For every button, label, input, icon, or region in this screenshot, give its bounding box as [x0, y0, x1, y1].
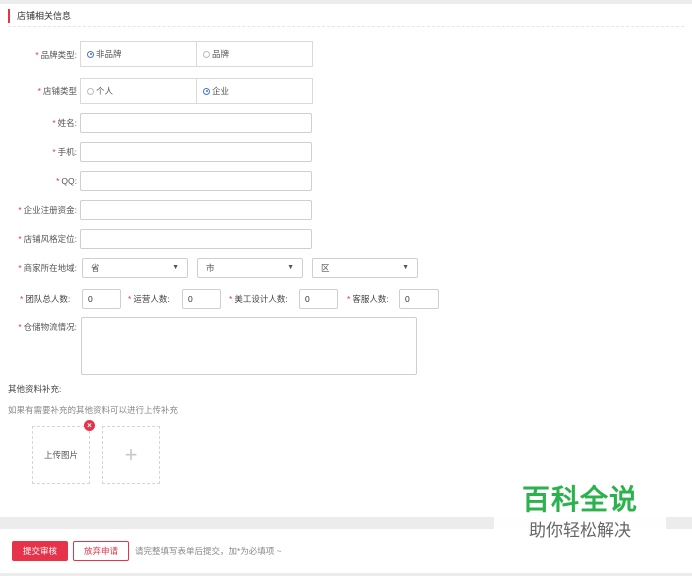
shop-type-label-text: 店铺类型: [42, 86, 77, 96]
watermark-logo: 百科全说: [521, 483, 638, 516]
district-select-value: 区: [321, 263, 330, 273]
service-count-label-text: 客服人数:: [352, 294, 389, 304]
required-marker: *: [229, 294, 233, 304]
required-marker: *: [347, 294, 351, 304]
required-marker: *: [20, 294, 24, 304]
footer-hint: 请完整填写表单后提交，加*为必填项 ~: [135, 546, 282, 556]
team-count-label-text: 团队总人数:: [25, 294, 71, 304]
add-image-button[interactable]: +: [102, 426, 160, 484]
name-input[interactable]: [80, 113, 312, 133]
radio-enterprise-label: 企业: [212, 86, 230, 96]
location-label: * 商家所在地域:: [18, 262, 77, 274]
qq-label: * QQ:: [56, 175, 77, 187]
phone-label: * 手机:: [52, 146, 77, 158]
design-count-label-text: 美工设计人数:: [234, 294, 288, 304]
submit-review-button[interactable]: 提交审核: [12, 541, 68, 561]
brand-type-label-text: 品牌类型:: [40, 50, 77, 60]
service-count-label: * 客服人数:: [347, 293, 389, 305]
ops-count-label: * 运营人数:: [128, 293, 170, 305]
capital-label: * 企业注册资金:: [18, 204, 77, 216]
brand-type-label: * 品牌类型:: [35, 49, 77, 61]
upload-image-label: 上传图片: [43, 450, 78, 460]
required-marker: *: [18, 234, 22, 244]
caret-down-icon: ▼: [402, 264, 409, 271]
remove-image-icon[interactable]: ×: [84, 420, 95, 431]
extra-description: 如果有需要补充的其他资料可以进行上传补充: [8, 405, 179, 415]
radio-checked-icon: [87, 50, 94, 58]
province-select[interactable]: 省 ▼: [82, 258, 188, 278]
radio-enterprise[interactable]: 企业: [196, 78, 313, 104]
capital-label-text: 企业注册资金:: [23, 205, 77, 215]
team-count-input[interactable]: [82, 289, 121, 309]
required-marker: *: [18, 205, 22, 215]
city-select-value: 市: [206, 263, 215, 273]
team-count-label: * 团队总人数:: [20, 293, 70, 305]
ops-count-label-text: 运营人数:: [133, 294, 170, 304]
phone-label-text: 手机:: [57, 147, 77, 157]
qq-label-text: QQ:: [61, 176, 77, 186]
service-count-input[interactable]: [399, 289, 439, 309]
name-label-text: 姓名:: [57, 118, 77, 128]
radio-unchecked-icon: [87, 87, 94, 95]
section-divider: [8, 26, 684, 27]
radio-checked-icon: [203, 87, 210, 95]
watermark-slogan: 助你轻松解决: [529, 521, 631, 541]
required-marker: *: [56, 176, 60, 186]
design-count-input[interactable]: [299, 289, 338, 309]
city-select[interactable]: 市 ▼: [197, 258, 303, 278]
cancel-application-button[interactable]: 放弃申请: [73, 541, 129, 561]
capital-input[interactable]: [80, 200, 312, 220]
shop-type-label: * 店铺类型: [38, 85, 77, 97]
radio-individual-label: 个人: [96, 86, 114, 96]
required-marker: *: [128, 294, 132, 304]
radio-brand-label: 品牌: [212, 49, 230, 59]
location-label-text: 商家所在地域:: [23, 263, 77, 273]
style-input[interactable]: [80, 229, 312, 249]
required-marker: *: [18, 322, 22, 332]
ops-count-input[interactable]: [182, 289, 221, 309]
province-select-value: 省: [91, 263, 100, 273]
required-marker: *: [52, 118, 56, 128]
section-title: 店铺相关信息: [8, 9, 71, 23]
logistics-label-text: 仓储物流情况:: [23, 322, 77, 332]
radio-individual[interactable]: 个人: [80, 78, 197, 104]
style-label-text: 店铺风格定位:: [23, 234, 77, 244]
extra-title: 其他资料补充:: [8, 384, 62, 394]
plus-icon: +: [124, 442, 138, 467]
logistics-textarea[interactable]: [81, 317, 417, 375]
required-marker: *: [35, 50, 39, 60]
uploaded-image-box[interactable]: 上传图片: [32, 426, 90, 484]
name-label: * 姓名:: [52, 117, 77, 129]
radio-unchecked-icon: [203, 50, 210, 58]
style-label: * 店铺风格定位:: [18, 233, 77, 245]
caret-down-icon: ▼: [172, 264, 179, 271]
required-marker: *: [37, 86, 41, 96]
district-select[interactable]: 区 ▼: [312, 258, 418, 278]
radio-non-brand-label: 非品牌: [96, 49, 122, 59]
required-marker: *: [18, 263, 22, 273]
radio-non-brand[interactable]: 非品牌: [80, 41, 197, 67]
design-count-label: * 美工设计人数:: [229, 293, 288, 305]
logistics-label: * 仓储物流情况:: [18, 321, 77, 333]
required-marker: *: [52, 147, 56, 157]
phone-input[interactable]: [80, 142, 312, 162]
radio-brand[interactable]: 品牌: [196, 41, 313, 67]
qq-input[interactable]: [80, 171, 312, 191]
caret-down-icon: ▼: [287, 264, 294, 271]
